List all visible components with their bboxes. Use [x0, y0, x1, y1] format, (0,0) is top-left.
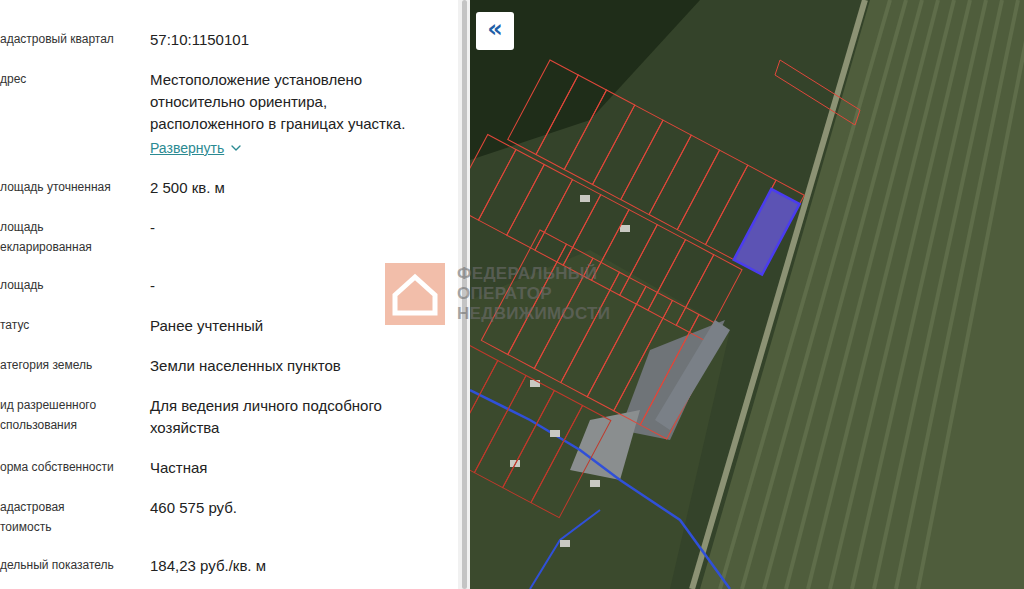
property-row: атегория земельЗемли населенных пунктов	[0, 346, 458, 386]
property-list: адастровый квартал57:10:1150101дресМесто…	[0, 0, 458, 589]
property-value: 460 575 руб.	[150, 497, 458, 537]
property-value: 2 500 кв. м	[150, 177, 458, 199]
property-label: адастроваятоимость	[0, 497, 150, 537]
scroll-thumb[interactable]	[462, 0, 467, 589]
property-row: орма собственностиЧастная	[0, 448, 458, 488]
property-value: 184,23 руб./кв. м	[150, 555, 458, 577]
property-label: лощадь уточненная	[0, 177, 150, 199]
property-label: татус	[0, 315, 150, 337]
property-value: 57:10:1150101	[150, 29, 458, 51]
property-row: лощадь-	[0, 266, 458, 306]
property-value: Частная	[150, 457, 458, 479]
property-value: Для ведения личного подсобногохозяйства	[150, 395, 458, 439]
property-row: дельный показатель184,23 руб./кв. м	[0, 546, 458, 586]
expand-link[interactable]: Развернуть	[150, 137, 244, 159]
satellite-map[interactable]	[470, 0, 1024, 589]
watermark: ФЕДЕРАЛЬНЫЙОПЕРАТОРНЕДВИЖИМОСТИ	[385, 263, 610, 325]
scrollbar[interactable]	[458, 0, 470, 589]
map[interactable]: «	[470, 0, 1024, 589]
property-row: адастровый квартал57:10:1150101	[0, 20, 458, 60]
property-label: дельный показатель	[0, 555, 150, 577]
house-logo-icon	[385, 263, 445, 325]
property-label: орма собственности	[0, 457, 150, 479]
property-label: атегория земель	[0, 355, 150, 377]
watermark-text: ФЕДЕРАЛЬНЫЙОПЕРАТОРНЕДВИЖИМОСТИ	[457, 264, 610, 324]
property-row: лощадьекларированная-	[0, 208, 458, 266]
property-row: ид разрешенногоспользованияДля ведения л…	[0, 386, 458, 448]
property-label: ид разрешенногоспользования	[0, 395, 150, 439]
property-value: Ранее учтенный	[150, 315, 458, 337]
property-value: -	[150, 275, 458, 297]
property-row: лощадь уточненная2 500 кв. м	[0, 168, 458, 208]
property-label: адастровый квартал	[0, 29, 150, 51]
cadastral-page: адастровый квартал57:10:1150101дресМесто…	[0, 0, 1024, 589]
property-label: лощадь	[0, 275, 150, 297]
selected-parcel[interactable]	[734, 189, 800, 275]
property-value: -	[150, 217, 458, 257]
info-panel: адастровый квартал57:10:1150101дресМесто…	[0, 0, 470, 589]
property-row: адастроваятоимость460 575 руб.	[0, 488, 458, 546]
property-row: татусРанее учтенный	[0, 306, 458, 346]
property-label: лощадьекларированная	[0, 217, 150, 257]
property-value: Местоположение установленоотносительно о…	[150, 69, 458, 159]
chevron-down-icon	[228, 140, 244, 156]
collapse-button[interactable]: «	[476, 12, 514, 50]
property-value: Земли населенных пунктов	[150, 355, 458, 377]
property-label: дрес	[0, 69, 150, 159]
property-row: дресМестоположение установленоотноситель…	[0, 60, 458, 168]
